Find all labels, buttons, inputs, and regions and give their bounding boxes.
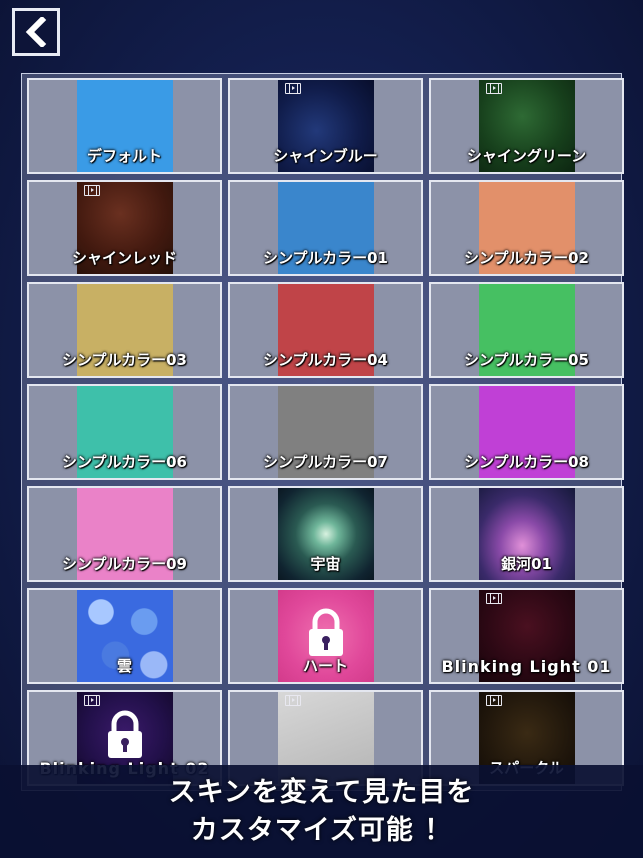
skin-label: シンプルカラー09 bbox=[62, 555, 187, 573]
skin-label: ハート bbox=[302, 657, 349, 675]
skin-label: 銀河01 bbox=[501, 555, 552, 573]
skin-tile[interactable]: シンプルカラー03 bbox=[27, 282, 222, 378]
skin-label: 宇宙 bbox=[310, 555, 341, 573]
video-icon bbox=[485, 695, 502, 706]
skin-tile[interactable]: 銀河01 bbox=[429, 486, 624, 582]
banner-line-1: スキンを変えて見た目を bbox=[168, 776, 475, 808]
banner-line-2: カスタマイズ可能 ！ bbox=[190, 814, 453, 846]
skin-tile[interactable]: 雲 bbox=[27, 588, 222, 684]
video-icon bbox=[83, 185, 100, 196]
skin-label: シンプルカラー07 bbox=[263, 453, 388, 471]
video-icon bbox=[485, 83, 502, 94]
promo-banner: スキンを変えて見た目を カスタマイズ可能 ！ bbox=[0, 765, 643, 858]
skin-label: デフォルト bbox=[86, 147, 163, 165]
skin-tile[interactable]: 宇宙 bbox=[228, 486, 423, 582]
skin-grid: デフォルト シャインブルー シャイングリーンシャインレッド シンプルカラー01 シンプル… bbox=[21, 73, 624, 791]
skin-tile[interactable]: シンプルカラー08 bbox=[429, 384, 624, 480]
skin-tile[interactable]: シャイングリーン bbox=[429, 78, 624, 174]
skin-label: シンプルカラー04 bbox=[263, 351, 388, 369]
skin-tile[interactable]: ハート bbox=[228, 588, 423, 684]
skin-label: シンプルカラー03 bbox=[62, 351, 187, 369]
skin-label: Blinking Light 01 bbox=[441, 657, 612, 676]
skin-label: シンプルカラー05 bbox=[464, 351, 589, 369]
video-icon bbox=[284, 83, 301, 94]
skin-tile[interactable]: シンプルカラー09 bbox=[27, 486, 222, 582]
skin-tile[interactable]: デフォルト bbox=[27, 78, 222, 174]
skin-label: シャインレッド bbox=[71, 249, 178, 267]
skin-label: シンプルカラー08 bbox=[464, 453, 589, 471]
skin-tile[interactable]: シャインブルー bbox=[228, 78, 423, 174]
skin-tile[interactable]: シンプルカラー04 bbox=[228, 282, 423, 378]
skin-tile[interactable]: シャインレッド bbox=[27, 180, 222, 276]
lock-icon bbox=[308, 608, 343, 656]
chevron-left-icon bbox=[25, 17, 47, 47]
skin-label: シンプルカラー02 bbox=[464, 249, 589, 267]
skin-label: シンプルカラー06 bbox=[62, 453, 187, 471]
video-icon bbox=[83, 695, 100, 706]
video-icon bbox=[284, 695, 301, 706]
skin-tile[interactable]: シンプルカラー05 bbox=[429, 282, 624, 378]
skin-tile[interactable]: シンプルカラー06 bbox=[27, 384, 222, 480]
skin-label: シンプルカラー01 bbox=[263, 249, 388, 267]
back-button[interactable] bbox=[12, 8, 60, 56]
skin-label: シャインブルー bbox=[273, 147, 378, 165]
skin-tile[interactable]: シンプルカラー07 bbox=[228, 384, 423, 480]
video-icon bbox=[485, 593, 502, 604]
skin-label: 雲 bbox=[116, 657, 133, 675]
skin-tile[interactable]: シンプルカラー02 bbox=[429, 180, 624, 276]
lock-icon bbox=[107, 710, 142, 758]
skin-tile[interactable]: シンプルカラー01 bbox=[228, 180, 423, 276]
skin-label: シャイングリーン bbox=[466, 147, 587, 165]
skin-tile[interactable]: Blinking Light 01 bbox=[429, 588, 624, 684]
